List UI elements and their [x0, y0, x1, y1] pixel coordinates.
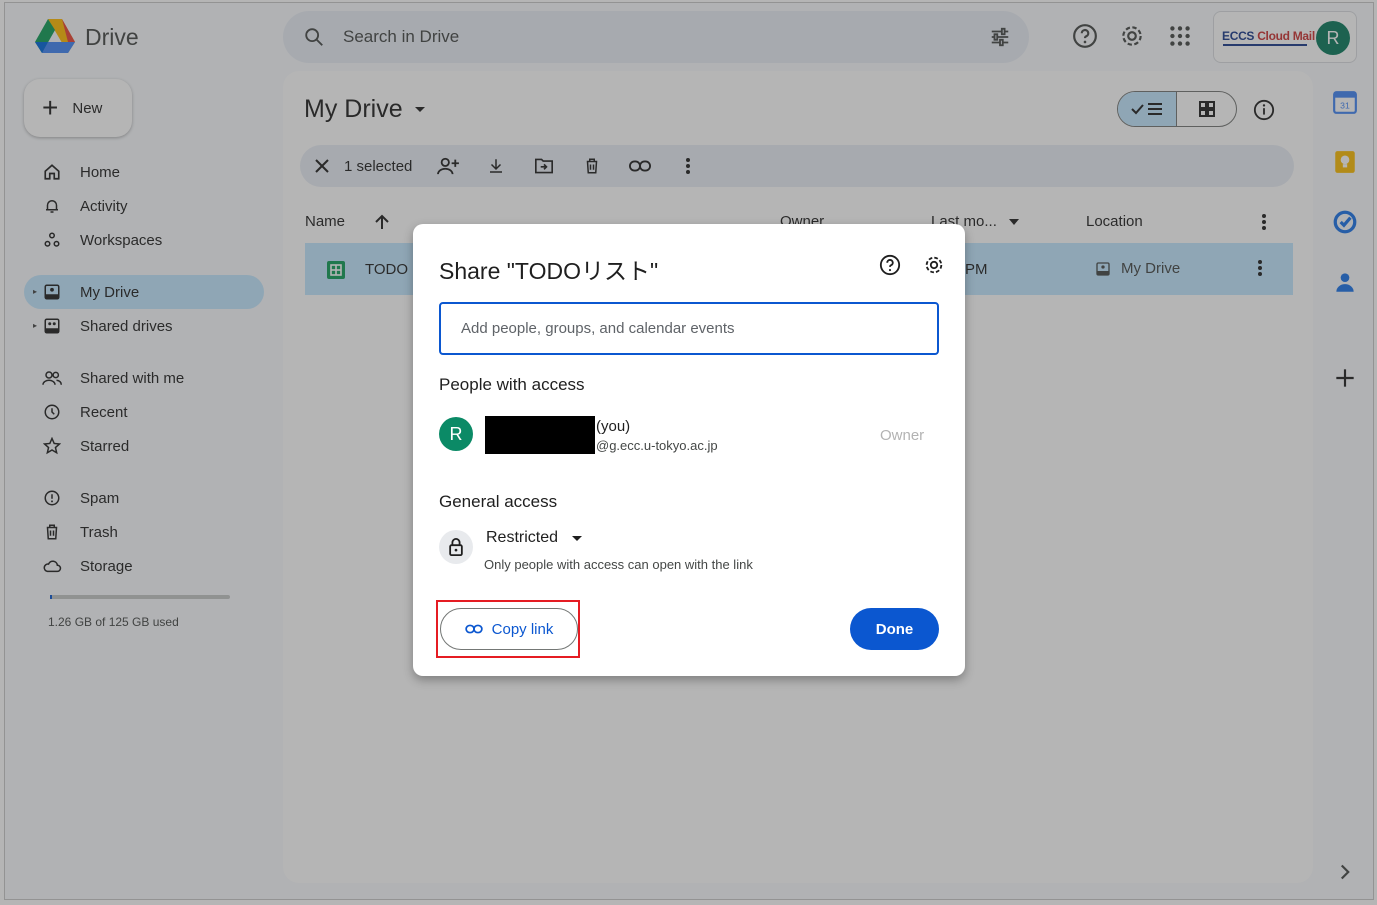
annotation-highlight-box	[436, 600, 580, 658]
access-description: Only people with access can open with th…	[484, 557, 753, 572]
settings-gear-icon[interactable]	[923, 254, 945, 276]
general-access-heading: General access	[439, 492, 558, 511]
add-people-input[interactable]	[439, 302, 939, 355]
dropdown-arrow-icon	[572, 535, 583, 541]
person-email: @g.ecc.u-tokyo.ac.jp	[596, 438, 718, 453]
share-dialog: Share "TODOリスト" People with access R (yo…	[413, 224, 965, 676]
avatar: R	[439, 417, 473, 451]
done-button[interactable]: Done	[850, 608, 939, 650]
lock-icon	[439, 530, 473, 564]
dialog-title: Share "TODOリスト"	[439, 258, 659, 284]
redacted-name-block	[485, 416, 595, 454]
person-you-label: (you)	[596, 418, 631, 435]
people-access-heading: People with access	[439, 375, 585, 394]
person-role: Owner	[880, 427, 925, 444]
access-level-dropdown[interactable]: Restricted	[486, 529, 583, 547]
help-icon[interactable]	[879, 254, 901, 276]
